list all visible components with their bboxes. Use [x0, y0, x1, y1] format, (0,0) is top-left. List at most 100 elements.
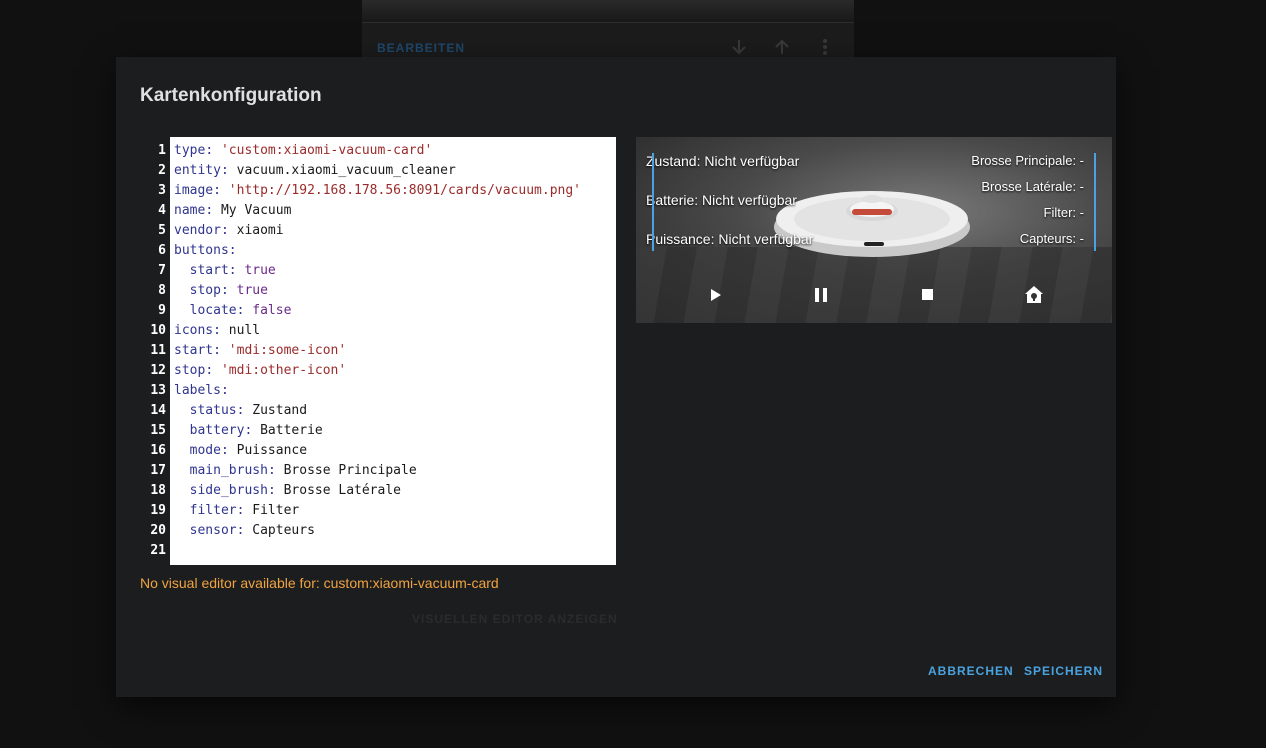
- yaml-key: stop: [189, 283, 221, 298]
- code-text: filter: Filter: [174, 501, 300, 521]
- main-brush-stat[interactable]: Brosse Principale: -: [971, 153, 1084, 168]
- no-visual-editor-warning: No visual editor available for: custom:x…: [140, 575, 499, 591]
- yaml-colon: :: [236, 403, 245, 418]
- line-number: 12: [150, 363, 166, 378]
- sensor-stat[interactable]: Capteurs: -: [1020, 231, 1084, 246]
- show-visual-editor-button: VISUELLEN EDITOR ANZEIGEN: [412, 612, 618, 626]
- line-number: 2: [158, 163, 166, 178]
- code-text: image: 'http://192.168.178.56:8091/cards…: [174, 181, 581, 201]
- line-number: 5: [158, 223, 166, 238]
- yaml-key: vendor: [174, 223, 221, 238]
- yaml-colon: :: [220, 283, 229, 298]
- yaml-value: Filter: [252, 503, 300, 518]
- yaml-key: stop: [174, 363, 206, 378]
- yaml-key: sensor: [189, 523, 237, 538]
- code-text: icons: null: [174, 321, 260, 341]
- yaml-colon: :: [220, 223, 229, 238]
- code-text: buttons:: [174, 241, 237, 261]
- yaml-value: Zustand: [252, 403, 308, 418]
- yaml-value: Brosse Principale: [283, 463, 417, 478]
- yaml-value: 'http://192.168.178.56:8091/cards/vacuum…: [228, 183, 581, 198]
- card-configuration-dialog: Kartenkonfiguration 1 type: 'custom:xiaom…: [116, 57, 1116, 697]
- yaml-value: 'mdi:other-icon': [220, 363, 347, 378]
- line-number: 14: [150, 403, 166, 418]
- yaml-value: Capteurs: [252, 523, 315, 538]
- right-stats-border: [1094, 153, 1096, 251]
- yaml-value: xiaomi: [236, 223, 284, 238]
- yaml-value: Brosse Latérale: [283, 483, 401, 498]
- code-text: entity: vacuum.xiaomi_vacuum_cleaner: [174, 161, 456, 181]
- line-number: 19: [150, 503, 166, 518]
- yaml-key: image: [174, 183, 214, 198]
- left-stats-border: [652, 153, 654, 251]
- yaml-value: null: [228, 323, 261, 338]
- code-text: main_brush: Brosse Principale: [174, 461, 417, 481]
- save-button[interactable]: SPEICHERN: [1024, 664, 1103, 678]
- code-text: vendor: xiaomi: [174, 221, 284, 241]
- yaml-key: type: [174, 143, 206, 158]
- yaml-colon: :: [228, 243, 237, 258]
- robot-vacuum-image: [774, 191, 970, 257]
- yaml-key: name: [174, 203, 206, 218]
- battery-stat[interactable]: Batterie: Nicht verfügbar: [646, 192, 797, 208]
- yaml-key: start: [174, 343, 214, 358]
- side-brush-stat[interactable]: Brosse Latérale: -: [981, 179, 1084, 194]
- yaml-value: 'mdi:some-icon': [228, 343, 347, 358]
- yaml-key: filter: [189, 503, 237, 518]
- code-text: name: My Vacuum: [174, 201, 291, 221]
- background-edit-button[interactable]: BEARBEITEN: [377, 41, 465, 55]
- cancel-button[interactable]: ABBRECHEN: [928, 664, 1014, 678]
- yaml-colon: :: [213, 183, 221, 198]
- line-number: 3: [158, 183, 166, 198]
- yaml-colon: :: [236, 303, 245, 318]
- yaml-colon: :: [205, 363, 214, 378]
- yaml-value: vacuum.xiaomi_vacuum_cleaner: [236, 163, 456, 178]
- yaml-code-editor[interactable]: 1 type: 'custom:xiaomi-vacuum-card' 2 entit…: [140, 137, 616, 565]
- yaml-colon: :: [220, 443, 229, 458]
- line-number: 8: [158, 283, 166, 298]
- yaml-value: Puissance: [236, 443, 308, 458]
- yaml-colon: :: [236, 523, 245, 538]
- status-stat[interactable]: Zustand: Nicht verfügbar: [646, 153, 799, 169]
- yaml-value: 'custom:xiaomi-vacuum-card': [220, 143, 433, 158]
- dialog-title: Kartenkonfiguration: [140, 85, 322, 106]
- code-text: stop: 'mdi:other-icon': [174, 361, 346, 381]
- code-text: status: Zustand: [174, 401, 307, 421]
- yaml-colon: :: [220, 163, 229, 178]
- line-number: 6: [158, 243, 166, 258]
- code-text: stop: true: [174, 281, 268, 301]
- yaml-key: start: [189, 263, 229, 278]
- home-locate-icon[interactable]: [1022, 284, 1046, 306]
- line-number: 9: [158, 303, 166, 318]
- pause-icon[interactable]: [809, 284, 833, 306]
- yaml-key: main_brush: [189, 463, 268, 478]
- yaml-colon: :: [244, 423, 253, 438]
- yaml-key: battery: [189, 423, 245, 438]
- line-number: 16: [150, 443, 166, 458]
- line-number: 7: [158, 263, 166, 278]
- yaml-colon: :: [236, 503, 245, 518]
- code-text: type: 'custom:xiaomi-vacuum-card': [174, 141, 432, 161]
- yaml-value: My Vacuum: [220, 203, 292, 218]
- play-icon[interactable]: [703, 284, 727, 306]
- code-text: side_brush: Brosse Latérale: [174, 481, 401, 501]
- yaml-key: side_brush: [189, 483, 268, 498]
- code-text: start: true: [174, 261, 276, 281]
- stop-icon[interactable]: [915, 284, 939, 306]
- yaml-key: icons: [174, 323, 214, 338]
- code-text: start: 'mdi:some-icon': [174, 341, 346, 361]
- line-number: 11: [150, 343, 166, 358]
- filter-stat[interactable]: Filter: -: [1044, 205, 1084, 220]
- mode-stat[interactable]: Puissance: Nicht verfügbar: [646, 231, 813, 247]
- line-number: 18: [150, 483, 166, 498]
- yaml-colon: :: [228, 263, 237, 278]
